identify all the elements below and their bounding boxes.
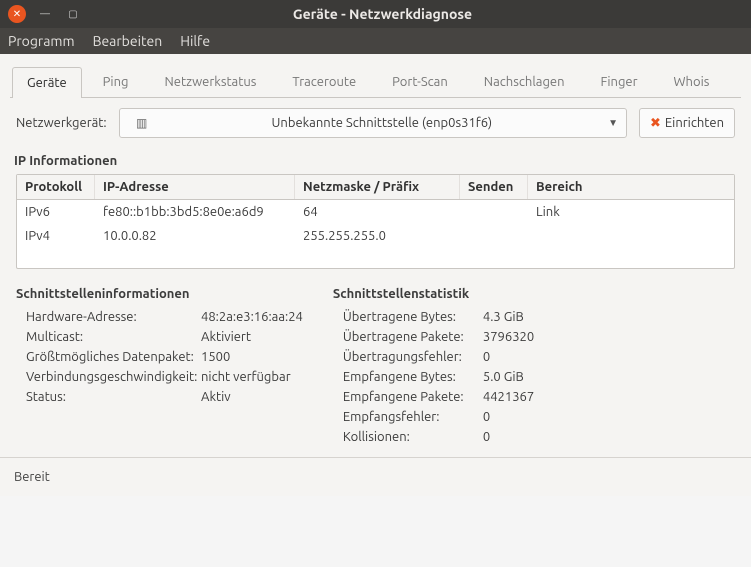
tab-portscan[interactable]: Port-Scan	[377, 66, 463, 97]
ip-table: Protokoll IP-Adresse Netzmaske / Präfix …	[16, 174, 735, 269]
table-row[interactable]: IPv6 fe80::b1bb:3bd5:8e0e:a6d9 64 Link	[17, 200, 734, 224]
ip-table-header: Protokoll IP-Adresse Netzmaske / Präfix …	[17, 175, 734, 200]
configure-button-label: Einrichten	[665, 116, 724, 130]
tab-ping[interactable]: Ping	[88, 66, 144, 97]
ip-table-body: IPv6 fe80::b1bb:3bd5:8e0e:a6d9 64 Link I…	[17, 200, 734, 268]
status-value: Aktiv	[201, 390, 231, 404]
col-protocol[interactable]: Protokoll	[17, 175, 95, 199]
device-row: Netzwerkgerät: ▥ Unbekannte Schnittstell…	[10, 108, 741, 150]
statusbar: Bereit	[0, 457, 751, 496]
col-address[interactable]: IP-Adresse	[95, 175, 295, 199]
cell-send	[460, 200, 528, 224]
interface-info: Schnittstelleninformationen Hardware-Adr…	[16, 283, 303, 447]
cell-scope	[528, 224, 734, 248]
rxbytes-label: Empfangene Bytes:	[343, 370, 483, 384]
status-text: Bereit	[14, 470, 50, 484]
status-label: Status:	[26, 390, 201, 404]
txpkts-value: 3796320	[483, 330, 534, 344]
txbytes-value: 4.3 GiB	[483, 310, 524, 324]
chevron-down-icon: ▼	[608, 117, 618, 129]
tab-netstatus[interactable]: Netzwerkstatus	[150, 66, 272, 97]
interface-columns: Schnittstelleninformationen Hardware-Adr…	[10, 283, 741, 457]
hw-label: Hardware-Adresse:	[26, 310, 201, 324]
txpkts-label: Übertragene Pakete:	[343, 330, 483, 344]
cell-addr: fe80::b1bb:3bd5:8e0e:a6d9	[95, 200, 295, 224]
collisions-value: 0	[483, 430, 490, 444]
tabbar: Geräte Ping Netzwerkstatus Traceroute Po…	[10, 66, 741, 98]
multicast-value: Aktiviert	[201, 330, 251, 344]
tab-finger[interactable]: Finger	[586, 66, 653, 97]
table-row[interactable]: IPv4 10.0.0.82 255.255.255.0	[17, 224, 734, 248]
device-select[interactable]: ▥ Unbekannte Schnittstelle (enp0s31f6) ▼	[119, 108, 627, 138]
cell-mask: 64	[295, 200, 460, 224]
rxpkts-value: 4421367	[483, 390, 534, 404]
rxpkts-label: Empfangene Pakete:	[343, 390, 483, 404]
mtu-value: 1500	[201, 350, 230, 364]
network-card-icon: ▥	[128, 116, 156, 130]
ifstat-title: Schnittstellenstatistik	[333, 287, 534, 301]
rxbytes-value: 5.0 GiB	[483, 370, 524, 384]
tab-whois[interactable]: Whois	[659, 66, 725, 97]
speed-value: nicht verfügbar	[201, 370, 291, 384]
device-select-text: Unbekannte Schnittstelle (enp0s31f6)	[156, 116, 608, 130]
cell-mask: 255.255.255.0	[295, 224, 460, 248]
cell-scope: Link	[528, 200, 734, 224]
tab-devices[interactable]: Geräte	[12, 67, 82, 98]
hw-value: 48:2a:e3:16:aa:24	[201, 310, 303, 324]
tab-traceroute[interactable]: Traceroute	[277, 66, 371, 97]
menu-help[interactable]: Hilfe	[180, 33, 210, 49]
col-scope[interactable]: Bereich	[528, 175, 734, 199]
ifinfo-title: Schnittstelleninformationen	[16, 287, 303, 301]
configure-button[interactable]: ✖ Einrichten	[639, 108, 735, 138]
speed-label: Verbindungsgeschwindigkeit:	[26, 370, 201, 384]
menu-edit[interactable]: Bearbeiten	[93, 33, 163, 49]
device-label: Netzwerkgerät:	[16, 116, 107, 130]
main-content: Geräte Ping Netzwerkstatus Traceroute Po…	[0, 54, 751, 457]
col-mask[interactable]: Netzmaske / Präfix	[295, 175, 460, 199]
collisions-label: Kollisionen:	[343, 430, 483, 444]
ip-section-title: IP Informationen	[14, 154, 741, 168]
rxerr-value: 0	[483, 410, 490, 424]
maximize-icon[interactable]: ▢	[64, 5, 82, 23]
rxerr-label: Empfangsfehler:	[343, 410, 483, 424]
txerr-label: Übertragungsfehler:	[343, 350, 483, 364]
cell-proto: IPv6	[17, 200, 95, 224]
cell-addr: 10.0.0.82	[95, 224, 295, 248]
mtu-label: Größtmögliches Datenpaket:	[26, 350, 201, 364]
interface-stats: Schnittstellenstatistik Übertragene Byte…	[333, 283, 534, 447]
close-icon[interactable]: ✕	[8, 5, 26, 23]
minimize-icon[interactable]: —	[36, 5, 54, 23]
txerr-value: 0	[483, 350, 490, 364]
tab-lookup[interactable]: Nachschlagen	[469, 66, 580, 97]
window-title: Geräte - Netzwerkdiagnose	[92, 6, 673, 22]
cell-proto: IPv4	[17, 224, 95, 248]
tools-icon: ✖	[650, 116, 661, 131]
cell-send	[460, 224, 528, 248]
col-send[interactable]: Senden	[460, 175, 528, 199]
menu-program[interactable]: Programm	[8, 33, 75, 49]
titlebar: ✕ — ▢ Geräte - Netzwerkdiagnose	[0, 0, 751, 28]
menubar: Programm Bearbeiten Hilfe	[0, 28, 751, 54]
txbytes-label: Übertragene Bytes:	[343, 310, 483, 324]
multicast-label: Multicast:	[26, 330, 201, 344]
